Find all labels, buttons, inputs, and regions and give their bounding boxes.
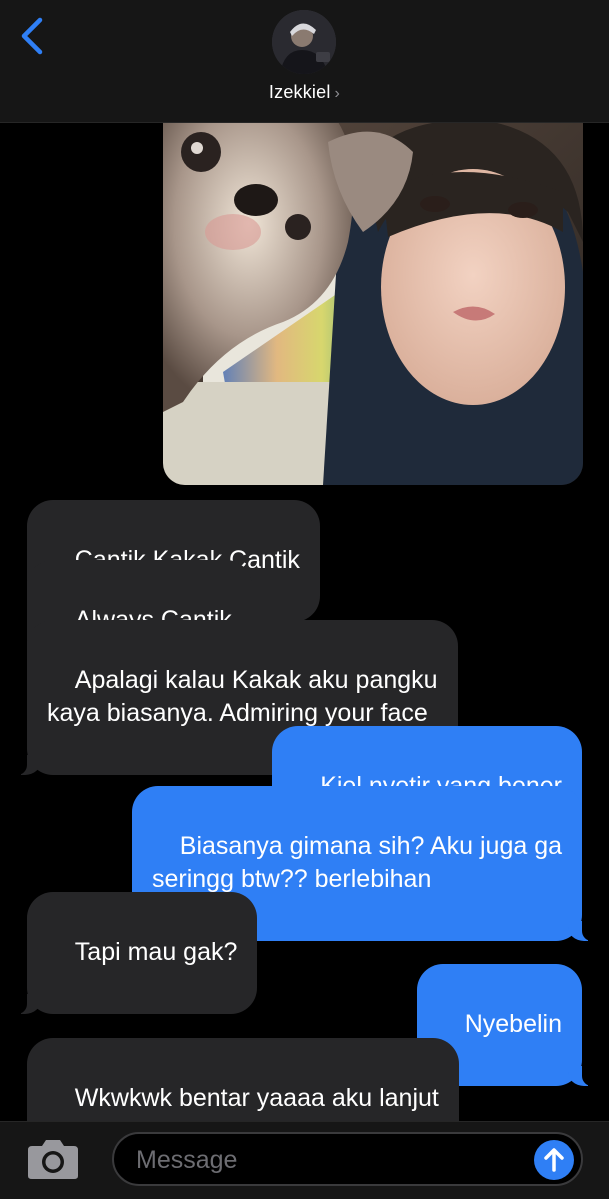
message-bubble-incoming[interactable]: Tapi mau gak? xyxy=(14,892,258,1014)
message-text: Apalagi kalau Kakak aku pangku kaya bias… xyxy=(47,666,438,727)
message-input[interactable] xyxy=(134,1142,518,1178)
message-text: Nyebelin xyxy=(464,1010,562,1038)
contact-name[interactable]: Izekkiel › xyxy=(0,82,609,103)
chevron-left-icon xyxy=(21,17,43,55)
message-text: Tapi mau gak? xyxy=(74,938,238,966)
message-input-container xyxy=(112,1132,583,1186)
back-button[interactable] xyxy=(18,16,48,56)
contact-avatar[interactable] xyxy=(272,10,336,74)
contact-name-label: Izekkiel xyxy=(268,82,331,102)
avatar-photo xyxy=(272,10,336,74)
send-button[interactable] xyxy=(534,1140,574,1180)
chevron-right-icon: › xyxy=(334,85,341,102)
arrow-up-icon xyxy=(544,1148,564,1172)
photo-message[interactable] xyxy=(163,122,583,485)
camera-icon xyxy=(28,1140,78,1179)
messages-screen: Izekkiel › Cantik Apalagi kalau Kakak ak… xyxy=(0,0,609,1199)
photo-image xyxy=(163,122,583,485)
camera-button[interactable] xyxy=(26,1138,80,1180)
message-composer xyxy=(0,1121,609,1199)
message-text: Biasanya gimana sih? Aku juga ga seringg… xyxy=(152,832,562,893)
conversation-header: Izekkiel › xyxy=(0,0,609,123)
